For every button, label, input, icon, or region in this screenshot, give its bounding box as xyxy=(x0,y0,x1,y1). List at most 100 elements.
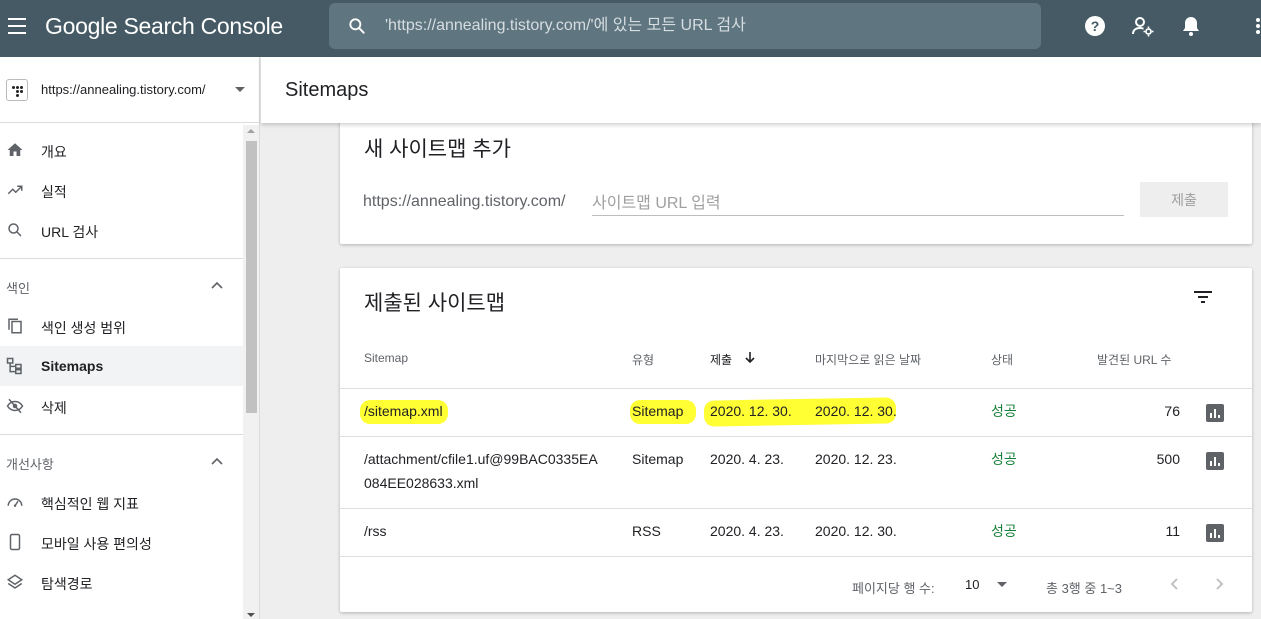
sidebar-section-enhancements[interactable]: 개선사항 xyxy=(0,441,243,481)
sidebar-item-label: URL 검사 xyxy=(41,224,99,240)
chevron-up-icon[interactable] xyxy=(210,455,224,467)
dropdown-caret-icon[interactable] xyxy=(997,582,1007,587)
cell-status: 성공 xyxy=(991,523,1017,539)
rows-per-page-select[interactable]: 10 xyxy=(965,577,979,592)
column-header-discovered-urls[interactable]: 발견된 URL 수 xyxy=(1097,351,1171,368)
cell-sitemap[interactable]: /sitemap.xml xyxy=(364,399,443,423)
copy-icon xyxy=(8,318,22,334)
cell-sitemap[interactable]: /rss xyxy=(364,519,387,543)
cell-submitted: 2020. 4. 23. xyxy=(710,451,784,467)
search-input[interactable] xyxy=(385,14,1025,38)
cell-type: Sitemap xyxy=(632,403,684,419)
sidebar-item-label: Sitemaps xyxy=(41,358,104,374)
property-selector[interactable]: https://annealing.tistory.com/ xyxy=(0,57,259,123)
speed-icon xyxy=(7,498,23,507)
sidebar-item-core-web-vitals[interactable]: 핵심적인 웹 지표 xyxy=(0,482,243,522)
svg-text:?: ? xyxy=(1091,18,1100,34)
page-header: Sitemaps xyxy=(261,57,1261,123)
arrow-down-icon[interactable] xyxy=(744,350,756,364)
help-icon[interactable]: ? xyxy=(1083,14,1107,38)
column-header-sitemap[interactable]: Sitemap xyxy=(364,351,408,365)
notifications-icon[interactable] xyxy=(1179,14,1203,38)
sidebar-item-coverage[interactable]: 색인 생성 범위 xyxy=(0,306,243,346)
chevron-up-icon[interactable] xyxy=(210,279,224,291)
bar-chart-icon[interactable] xyxy=(1206,404,1224,422)
bar-chart-icon[interactable] xyxy=(1206,452,1224,470)
cell-last-read: 2020. 12. 30. xyxy=(815,403,897,419)
sidebar-item-label: 색인 생성 범위 xyxy=(41,320,127,336)
cell-discovered-urls: 500 xyxy=(1156,451,1180,467)
sidebar-item-performance[interactable]: 실적 xyxy=(0,170,243,210)
top-app-bar: Google Search Console ? xyxy=(0,0,1261,57)
trending-up-icon xyxy=(7,185,23,195)
sidebar-item-label: 모바일 사용 편의성 xyxy=(41,536,152,552)
sidebar-section-index[interactable]: 색인 xyxy=(0,265,243,305)
phone-icon xyxy=(9,533,21,551)
sidebar-item-removals[interactable]: 삭제 xyxy=(0,386,243,426)
table-divider xyxy=(340,388,1252,389)
submitted-sitemaps-title: 제출된 사이트맵 xyxy=(364,292,506,315)
cell-status: 성공 xyxy=(991,403,1017,419)
section-title: 개선사항 xyxy=(6,457,54,472)
cell-discovered-urls: 11 xyxy=(1165,523,1180,539)
scroll-up-icon[interactable] xyxy=(247,129,255,133)
cell-submitted: 2020. 12. 30. xyxy=(710,403,792,419)
cell-last-read: 2020. 12. 30. xyxy=(815,523,897,539)
more-vert-icon[interactable] xyxy=(1250,14,1261,38)
eye-off-icon xyxy=(6,398,24,414)
sidebar-item-label: 개요 xyxy=(41,144,67,160)
sidebar-item-breadcrumbs[interactable]: 탐색경로 xyxy=(0,562,243,602)
submit-button[interactable]: 제출 xyxy=(1140,182,1228,217)
dropdown-caret-icon[interactable] xyxy=(235,87,245,92)
search-icon xyxy=(8,223,22,237)
url-inspection-search[interactable] xyxy=(329,3,1041,49)
pagination-range: 총 3행 중 1~3 xyxy=(1046,581,1122,596)
table-divider xyxy=(340,556,1252,557)
menu-icon[interactable] xyxy=(8,18,28,34)
manage-users-icon[interactable] xyxy=(1131,14,1155,38)
cell-submitted: 2020. 4. 23. xyxy=(710,523,784,539)
sidebar-item-url-inspection[interactable]: URL 검사 xyxy=(0,210,243,250)
chevron-left-icon[interactable] xyxy=(1168,577,1182,591)
column-header-last-read[interactable]: 마지막으로 읽은 날짜 xyxy=(815,351,921,368)
sidebar-divider xyxy=(0,434,243,435)
property-url: https://annealing.tistory.com/ xyxy=(41,82,206,97)
bar-chart-icon[interactable] xyxy=(1206,524,1224,542)
cell-sitemap-continued[interactable]: 084EE028633.xml xyxy=(364,471,478,495)
app-title[interactable]: Google Search Console xyxy=(45,13,283,40)
cell-last-read: 2020. 12. 23. xyxy=(815,451,897,467)
column-header-status[interactable]: 상태 xyxy=(991,351,1013,368)
home-icon xyxy=(7,143,23,156)
table-divider xyxy=(340,508,1252,509)
sidebar-item-label: 핵심적인 웹 지표 xyxy=(41,496,139,512)
sidebar-item-label: 탐색경로 xyxy=(41,576,93,592)
property-favicon-icon xyxy=(6,79,28,101)
search-icon xyxy=(349,18,365,34)
sidebar-item-mobile-usability[interactable]: 모바일 사용 편의성 xyxy=(0,522,243,562)
sidebar-scroll-thumb[interactable] xyxy=(246,141,257,413)
sidebar-item-sitemaps[interactable]: Sitemaps xyxy=(0,346,243,386)
scroll-down-icon[interactable] xyxy=(247,613,255,617)
cell-type: Sitemap xyxy=(632,451,684,467)
cell-status: 성공 xyxy=(991,451,1017,467)
sidebar-item-label: 실적 xyxy=(41,184,67,200)
submitted-sitemaps-card: 제출된 사이트맵 Sitemap 유형 제출 마지막으로 읽은 날짜 상태 발견… xyxy=(340,268,1252,612)
table-divider xyxy=(340,436,1252,437)
column-header-submitted[interactable]: 제출 xyxy=(710,351,732,368)
sitemap-icon xyxy=(6,357,22,375)
sitemap-url-prefix: https://annealing.tistory.com/ xyxy=(363,193,566,210)
rows-per-page-label: 페이지당 행 수: xyxy=(852,581,935,596)
section-title: 색인 xyxy=(6,281,30,296)
cell-discovered-urls: 76 xyxy=(1164,403,1180,419)
chevron-right-icon[interactable] xyxy=(1212,577,1226,591)
sidebar-item-overview[interactable]: 개요 xyxy=(0,130,243,170)
cell-sitemap[interactable]: /attachment/cfile1.uf@99BAC0335EA xyxy=(364,447,598,471)
page-title: Sitemaps xyxy=(285,79,369,101)
sitemap-url-input[interactable] xyxy=(592,192,1124,216)
sidebar-item-label: 삭제 xyxy=(41,400,67,416)
filter-icon[interactable] xyxy=(1192,288,1214,306)
layers-icon xyxy=(6,574,24,589)
add-sitemap-title: 새 사이트맵 추가 xyxy=(364,138,511,161)
column-header-type[interactable]: 유형 xyxy=(632,351,654,368)
sidebar-divider xyxy=(0,258,243,259)
